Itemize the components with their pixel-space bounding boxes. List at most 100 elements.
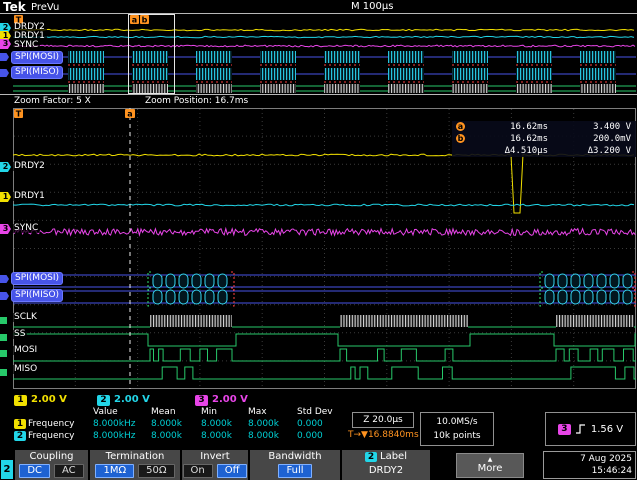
coupling-dc-button[interactable]: DC [19,463,51,478]
menu-coupling: Coupling DC AC [15,450,88,480]
svg-text:b: b [142,16,148,25]
header-stddev: Std Dev [297,407,333,417]
trigger-level: 1.56 V [590,423,624,435]
svg-text:a: a [127,110,132,119]
cursor-a-icon: a [456,122,465,131]
invert-title: Invert [200,451,230,462]
measurement-row-1: 1 Frequency 8.000kHz 8.000k 8.000k 8.000… [14,419,351,430]
main-label-mosi: MOSI [12,345,40,355]
overview-waveforms[interactable]: Tab [13,14,636,94]
menu-label: 2 Label DRDY2 [342,450,430,480]
meas2-stddev: 0.000 [297,431,323,441]
datetime-box: 7 Aug 2025 15:46:24 [543,451,636,479]
coupling-ac-button[interactable]: AC [54,463,84,478]
termination-title: Termination [105,451,165,462]
cursor-b-row: b 16.62ms 200.0mV [452,133,636,145]
svg-text:a: a [132,16,137,25]
cursor-a-value: 3.400 V [593,122,631,132]
ch2-badge: 2 [97,395,110,406]
zoom-position-readout: Zoom Position: 16.7ms [145,96,249,106]
menu-invert: Invert On Off [182,450,248,480]
digital-ss-marker[interactable] [0,334,7,341]
cursor-a-row: a 16.62ms 3.400 V [452,121,636,133]
ch2-scale: 2.00 V [114,394,150,405]
meas1-value: 8.000kHz [93,419,136,429]
cursor-b-time: 16.62ms [510,134,548,144]
header-value: Value [93,407,118,417]
bandwidth-title: Bandwidth [268,451,322,462]
digital-miso-marker[interactable] [0,369,7,376]
menu-termination: Termination 1MΩ 50Ω [90,450,180,480]
ch1-position-marker[interactable]: 1 [0,192,11,202]
measurement-header-row: Value Mean Min Max Std Dev [14,407,351,418]
digital-mosi-marker[interactable] [0,350,7,357]
bus2-position-marker[interactable] [0,292,9,300]
label-ch-badge: 2 [365,451,377,462]
bandwidth-full-button[interactable]: Full [278,463,312,478]
trigger-position-readout: T→▼16.8840ms [348,430,419,440]
svg-text:T: T [16,110,22,119]
ch1-scale: 2.00 V [31,394,67,405]
main-timebase-readout: M 100μs [351,1,394,12]
menu-bar: Coupling DC AC Termination 1MΩ 50Ω Inver… [0,450,637,480]
cursor-delta-value: Δ3.200 V [587,146,631,156]
oscilloscope-screen: Tek PreVu M 100μs Tab 2 1 3 DRDY2 DRDY1 … [0,0,637,480]
cursor-a-time: 16.62ms [510,122,548,132]
ch1-badge: 1 [14,395,27,406]
trigger-source-badge: 3 [557,423,571,435]
meas1-ch-badge: 1 [14,419,26,429]
overview-label-spi-miso: SPI(MISO) [11,66,64,79]
trigger-readout-box: 3 1.56 V [545,412,636,446]
meas2-name: Frequency [28,431,75,441]
meas2-min: 8.000k [201,431,232,441]
top-bar: Tek PreVu M 100μs [0,0,637,14]
date-readout: 7 Aug 2025 [580,454,632,464]
main-label-spi-mosi: SPI(MOSI) [11,272,64,285]
meas2-ch-badge: 2 [14,431,26,441]
main-label-spi-miso: SPI(MISO) [11,289,64,302]
menu-bandwidth: Bandwidth Full [250,450,340,480]
ch3-position-marker[interactable]: 3 [0,224,11,234]
meas1-stddev: 0.000 [297,419,323,429]
ch3-scale: 2.00 V [212,394,248,405]
tek-logo: Tek [3,0,26,14]
zoom-scale-readout: Z 20.0μs [352,412,414,428]
more-button[interactable]: ▲ More [456,453,524,478]
time-readout: 15:46:24 [591,466,632,476]
cursor-delta-row: Δ4.510μs Δ3.200 V [452,145,636,157]
header-max: Max [248,407,267,417]
main-label-sync: SYNC [12,223,41,233]
record-length: 10k points [433,431,481,441]
meas1-max: 8.000k [248,419,279,429]
invert-on-button[interactable]: On [182,463,213,478]
cursor-b-value: 200.0mV [593,134,631,144]
main-label-ss: SS [12,329,28,339]
meas2-value: 8.000kHz [93,431,136,441]
acquisition-box: 10.0MS/s 10k points [420,412,494,446]
more-button-label: More [477,463,503,474]
bus1-position-marker[interactable] [0,275,9,283]
overview-window: Tab [0,13,637,95]
label-title-text: Label [380,451,407,462]
header-mean: Mean [151,407,176,417]
termination-1m-button[interactable]: 1MΩ [95,463,135,478]
main-label-miso: MISO [12,364,40,374]
meas2-max: 8.000k [248,431,279,441]
meas1-name: Frequency [28,419,75,429]
main-label-drdy2: DRDY2 [12,161,47,171]
zoom-factor-readout: Zoom Factor: 5 X [14,96,91,106]
cursor-readout-box: a 16.62ms 3.400 V b 16.62ms 200.0mV Δ4.5… [452,121,636,157]
termination-50-button[interactable]: 50Ω [138,463,175,478]
digital-sclk-marker[interactable] [0,317,7,324]
label-value[interactable]: DRDY2 [369,464,403,478]
sample-rate: 10.0MS/s [436,417,478,427]
main-label-drdy1: DRDY1 [12,191,47,201]
ch3-badge: 3 [195,395,208,406]
active-channel-badge: 2 [1,460,13,479]
ch2-position-marker[interactable]: 2 [0,162,11,172]
acquisition-status: PreVu [31,2,60,13]
cursor-delta-time: Δ4.510μs [504,146,548,156]
label-title: 2 Label [365,450,407,463]
invert-off-button[interactable]: Off [216,463,248,478]
overview-label-spi-mosi: SPI(MOSI) [11,51,64,64]
